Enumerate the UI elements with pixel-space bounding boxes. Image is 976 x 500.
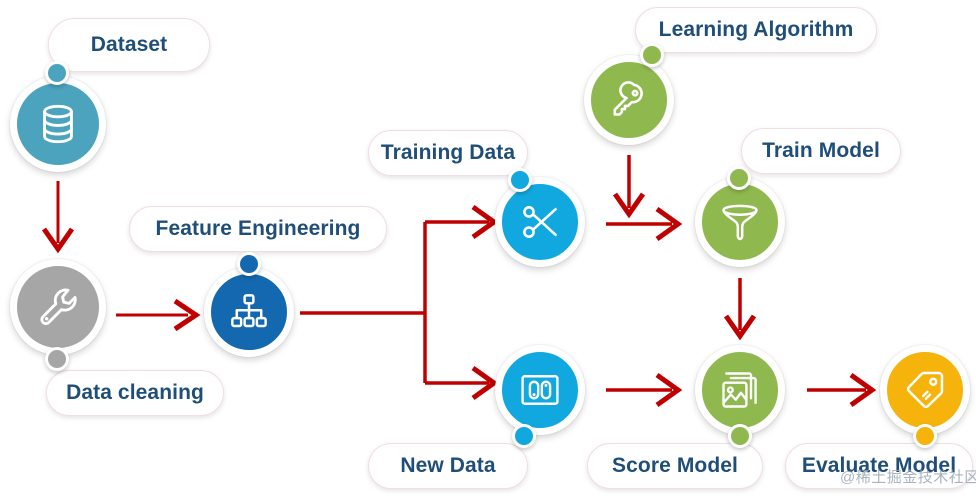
database-icon <box>43 104 73 144</box>
connector-training-data-to-train-model <box>606 206 683 242</box>
pill-score-model-label: Score Model <box>612 454 738 477</box>
pill-score-model[interactable]: Score Model <box>587 443 763 489</box>
scissors-icon <box>523 206 557 238</box>
node-feature-engineering[interactable] <box>204 267 294 357</box>
node-evaluate-model[interactable] <box>880 345 970 435</box>
funnel-icon <box>722 204 758 241</box>
pill-new-data-label: New Data <box>400 454 496 477</box>
node-score-model[interactable] <box>695 345 785 435</box>
connector-dot-new-data <box>512 424 536 448</box>
pill-train-model-label: Train Model <box>762 139 880 162</box>
connector-train-model-to-score-model <box>723 278 757 341</box>
node-new-data[interactable] <box>495 345 585 435</box>
node-learning-algorithm[interactable] <box>584 55 674 145</box>
connector-learning-algorithm-to-train-model <box>612 155 646 219</box>
node-data-cleaning[interactable] <box>10 259 106 355</box>
pill-dataset[interactable]: Dataset <box>48 18 210 72</box>
connector-dot-training-data <box>508 168 532 192</box>
workflow-diagram: Dataset Data cleaning Feature Engineerin… <box>0 0 976 500</box>
connector-dataset-to-data-cleaning <box>41 181 75 254</box>
pill-dataset-label: Dataset <box>90 33 168 56</box>
panel-icon <box>521 375 559 405</box>
pill-learning-algorithm[interactable]: Learning Algorithm <box>635 7 877 53</box>
pill-training-data-label: Training Data <box>380 141 516 164</box>
node-training-data[interactable] <box>495 177 585 267</box>
pill-feature-engineering-label: Feature Engineering <box>155 217 361 240</box>
pill-new-data[interactable]: New Data <box>368 443 528 489</box>
connector-dot-train-model <box>727 166 751 190</box>
wrench-icon <box>40 288 77 325</box>
connector-new-data-to-score-model <box>606 372 683 408</box>
watermark: @稀土掘金技术社区 <box>840 469 976 486</box>
pill-data-cleaning-label: Data cleaning <box>66 381 204 404</box>
pill-training-data[interactable]: Training Data <box>368 130 528 176</box>
connector-score-model-to-evaluate-model <box>807 372 877 408</box>
pill-data-cleaning[interactable]: Data cleaning <box>46 370 224 416</box>
connector-dot-evaluate-model <box>913 424 937 448</box>
key-icon <box>613 81 643 116</box>
images-icon <box>722 372 757 408</box>
connector-dot-feature-engineering <box>237 252 261 276</box>
hierarchy-icon <box>231 294 267 328</box>
connector-dot-score-model <box>728 424 752 448</box>
node-train-model[interactable] <box>695 177 785 267</box>
connector-data-cleaning-to-feature-engineering <box>116 298 201 332</box>
pill-feature-engineering[interactable]: Feature Engineering <box>129 206 387 252</box>
connector-dot-data-cleaning <box>45 347 69 371</box>
tag-icon <box>906 371 944 409</box>
pill-train-model[interactable]: Train Model <box>741 128 901 174</box>
pill-learning-algorithm-label: Learning Algorithm <box>658 18 854 41</box>
connector-dot-learning-algorithm <box>640 43 664 67</box>
connector-dot-dataset <box>45 61 69 85</box>
node-dataset[interactable] <box>10 76 106 172</box>
